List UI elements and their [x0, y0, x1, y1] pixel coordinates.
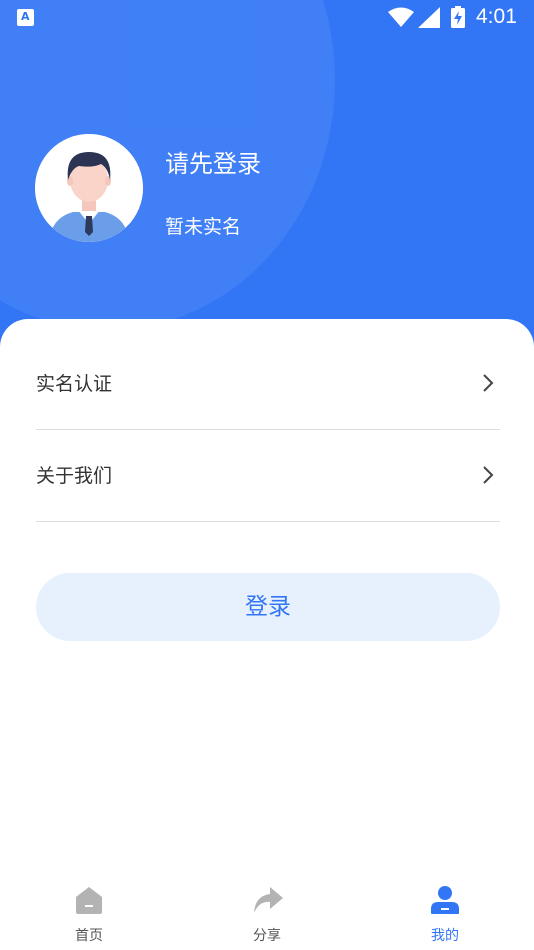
login-prompt[interactable]: 请先登录: [165, 144, 261, 179]
tab-mine[interactable]: 我的: [356, 875, 534, 950]
avatar[interactable]: [35, 134, 143, 242]
menu-item-label: 关于我们: [36, 465, 113, 487]
tab-home[interactable]: 首页: [0, 875, 178, 950]
tab-label: 分享: [253, 928, 281, 944]
chevron-right-icon: [483, 466, 494, 484]
user-avatar-illustration: [35, 134, 143, 242]
chevron-right-icon: [483, 374, 494, 392]
home-icon: [76, 887, 102, 914]
tab-share[interactable]: 分享: [178, 875, 356, 950]
menu-item-realname-verification[interactable]: 实名认证: [36, 339, 500, 430]
bottom-tab-bar: 首页 分享 我的: [0, 875, 534, 950]
profile-header: A 4:01 请先登录 暂未实名: [0, 0, 534, 360]
cell-signal-icon: [418, 7, 440, 28]
battery-charging-icon: [451, 6, 465, 28]
tab-label: 我的: [431, 928, 459, 944]
app-notification-icon: A: [17, 9, 34, 26]
login-button[interactable]: 登录: [36, 573, 500, 641]
app-notification-letter: A: [21, 10, 30, 23]
wifi-icon: [388, 7, 414, 27]
share-icon: [254, 887, 283, 913]
menu-item-about-us[interactable]: 关于我们: [36, 431, 500, 522]
status-time: 4:01: [476, 5, 517, 28]
realname-status: 暂未实名: [165, 216, 242, 238]
tab-label: 首页: [75, 928, 103, 944]
status-bar: A 4:01: [0, 0, 534, 36]
user-icon: [431, 886, 459, 914]
menu-item-label: 实名认证: [36, 373, 113, 395]
